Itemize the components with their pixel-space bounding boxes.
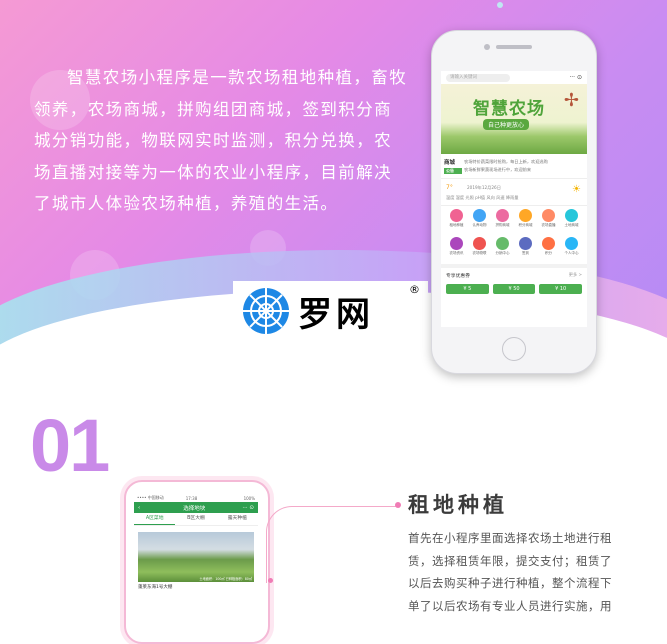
feature-grid-item[interactable]: 农场物联 — [468, 237, 491, 261]
sun-cloud-icon: ☀ — [572, 184, 581, 195]
feature-icon — [450, 237, 463, 250]
feature-icon — [473, 237, 486, 250]
coupon-card[interactable]: ¥ 50 — [492, 284, 536, 294]
feature-grid-item[interactable]: 拼购商城 — [491, 209, 514, 233]
feature-icon — [450, 209, 463, 222]
home-button[interactable] — [502, 337, 526, 361]
feature-label: 拼购商城 — [495, 223, 510, 227]
feature-icon — [565, 209, 578, 222]
section-description: 首先在小程序里面选择农场土地进行租赁，选择租赁年限，提交支付；租赁了以后去购买种… — [408, 531, 612, 613]
title-dot — [395, 502, 401, 508]
tab-open-air[interactable]: 露天种植 — [217, 513, 258, 525]
camera-icon — [484, 44, 490, 50]
tab-b-area[interactable]: B区大棚 — [175, 513, 216, 525]
feature-icon — [565, 237, 578, 250]
decor-dot — [497, 2, 503, 8]
feature-icon — [542, 209, 555, 222]
phone-screen-second: •••• 中国移动 17:38 100% ‹ 选择地块 ··· ⊙ A区菜地 B… — [134, 494, 258, 634]
plot-photo[interactable]: 土地面积：100㎡ 已种植面积：80㎡ — [138, 532, 254, 582]
coupon-card[interactable]: ¥ 10 — [539, 284, 583, 294]
feature-label: 土地商城 — [564, 223, 579, 227]
plot-tabs: A区菜地 B区大棚 露天种植 — [134, 513, 258, 526]
weather-date: 2019年12月26日 — [467, 185, 501, 190]
feature-label: 农场直播 — [541, 223, 556, 227]
section-number: 01 — [30, 404, 110, 487]
phone-mockup: 请输入关键词 ··· ⊙ 智慧农场 自己种更放心 ✢ 商城 公告 农场特价蔬菜限… — [431, 30, 597, 374]
coupon-card[interactable]: ¥ 5 — [446, 284, 489, 294]
notice-lines: 农场特价蔬菜限时抢购，每日上新，欢迎选购 农场新鲜果蔬现场进行中，欢迎前来 — [464, 154, 587, 178]
notice-badge: 公告 — [444, 168, 462, 174]
notice-bar[interactable]: 商城 公告 农场特价蔬菜限时抢购，每日上新，欢迎选购 农场新鲜果蔬现场进行中，欢… — [441, 154, 587, 179]
feature-label: 认养动物 — [472, 223, 487, 227]
feature-grid: 租地种植 认养动物 拼购商城 积分商城 农场直播 土地商城农场资讯 农场物联 分销中心 签到 积分… — [441, 206, 587, 264]
section-title: 租地种植 — [408, 493, 508, 517]
notice-tag: 商城 公告 — [441, 154, 464, 178]
coupon-section-header: 专享优惠券 更多 > — [441, 264, 587, 282]
phone-screen: 请输入关键词 ··· ⊙ 智慧农场 自己种更放心 ✢ 商城 公告 农场特价蔬菜限… — [441, 71, 587, 327]
connector-line — [266, 506, 397, 583]
status-bar: •••• 中国移动 17:38 100% — [134, 494, 258, 502]
hero-description: 智慧农场小程序是一款农场租地种植，畜牧领养，农场商城，拼购组团商城，签到积分商城… — [34, 68, 408, 213]
coupon-row: ¥ 5 ¥ 50 ¥ 10 — [441, 282, 587, 296]
feature-label: 个人中心 — [564, 251, 579, 255]
notice-line: 农场特价蔬菜限时抢购，每日上新，欢迎选购 — [464, 159, 548, 164]
speaker-grille — [496, 45, 532, 49]
feature-label: 积分 — [545, 251, 552, 255]
capsule-menu-icon[interactable]: ··· ⊙ — [242, 505, 254, 511]
feature-grid-item[interactable]: 个人中心 — [560, 237, 583, 261]
feature-label: 积分商城 — [518, 223, 533, 227]
feature-label: 农场资讯 — [449, 251, 464, 255]
nav-title: 选择地块 — [183, 505, 206, 512]
farm-banner[interactable]: 智慧农场 自己种更放心 ✢ — [441, 84, 587, 154]
capsule-menu-icon[interactable]: ··· ⊙ — [569, 74, 582, 81]
more-link[interactable]: 更多 > — [569, 272, 582, 278]
feature-label: 农场物联 — [472, 251, 487, 255]
spider-web-logo-icon — [243, 288, 289, 334]
phone-mockup-second: •••• 中国移动 17:38 100% ‹ 选择地块 ··· ⊙ A区菜地 B… — [124, 480, 270, 644]
feature-icon — [519, 209, 532, 222]
feature-icon — [542, 237, 555, 250]
feature-label: 租地种植 — [449, 223, 464, 227]
banner-subtitle: 自己种更放心 — [483, 119, 530, 130]
section-title: 专享优惠券 — [446, 273, 470, 279]
notice-line: 农场新鲜果蔬现场进行中，欢迎前来 — [464, 167, 532, 172]
feature-grid-item[interactable]: 农场资讯 — [445, 237, 468, 261]
feature-grid-item[interactable]: 农场直播 — [537, 209, 560, 233]
feature-grid-item[interactable]: 积分商城 — [514, 209, 537, 233]
feature-grid-item[interactable]: 认养动物 — [468, 209, 491, 233]
battery-text: 100% — [243, 495, 255, 501]
weather-panel: 7° 2019年12月26日 温度 湿度 光照 pH值 风向 风速 降雨量 ☀ — [441, 179, 587, 206]
watermark-text: 罗网 — [298, 294, 374, 335]
connector-dot — [268, 578, 273, 583]
feature-icon — [496, 237, 509, 250]
tab-a-area[interactable]: A区菜地 — [134, 513, 176, 525]
feature-grid-item[interactable]: 签到 — [514, 237, 537, 261]
feature-label: 签到 — [522, 251, 529, 255]
watermark-logo: 罗网 ® — [233, 281, 428, 341]
carrier-text: •••• 中国移动 — [137, 495, 164, 500]
search-input[interactable]: 请输入关键词 — [446, 73, 510, 82]
nav-bar: ‹ 选择地块 ··· ⊙ — [134, 502, 258, 513]
registered-mark: ® — [409, 283, 420, 296]
plot-name: 蓬莱东海1号大棚 — [138, 585, 173, 590]
windmill-icon: ✢ — [563, 90, 579, 111]
feature-grid-item[interactable]: 分销中心 — [491, 237, 514, 261]
notice-tag-title: 商城 — [444, 160, 456, 166]
feature-grid-item[interactable]: 租地种植 — [445, 209, 468, 233]
app-top-bar: 请输入关键词 ··· ⊙ — [441, 71, 587, 84]
feature-grid-item[interactable]: 土地商城 — [560, 209, 583, 233]
banner-title: 智慧农场 — [473, 99, 545, 119]
feature-label: 分销中心 — [495, 251, 510, 255]
feature-icon — [473, 209, 486, 222]
feature-icon — [519, 237, 532, 250]
temperature: 7° — [446, 184, 453, 191]
feature-grid-item[interactable]: 积分 — [537, 237, 560, 261]
clock-text: 17:38 — [185, 495, 198, 501]
back-icon[interactable]: ‹ — [138, 505, 146, 511]
weather-metrics: 温度 湿度 光照 pH值 风向 风速 降雨量 — [446, 195, 519, 200]
feature-icon — [496, 209, 509, 222]
plot-photo-caption: 土地面积：100㎡ 已种植面积：80㎡ — [199, 577, 252, 581]
